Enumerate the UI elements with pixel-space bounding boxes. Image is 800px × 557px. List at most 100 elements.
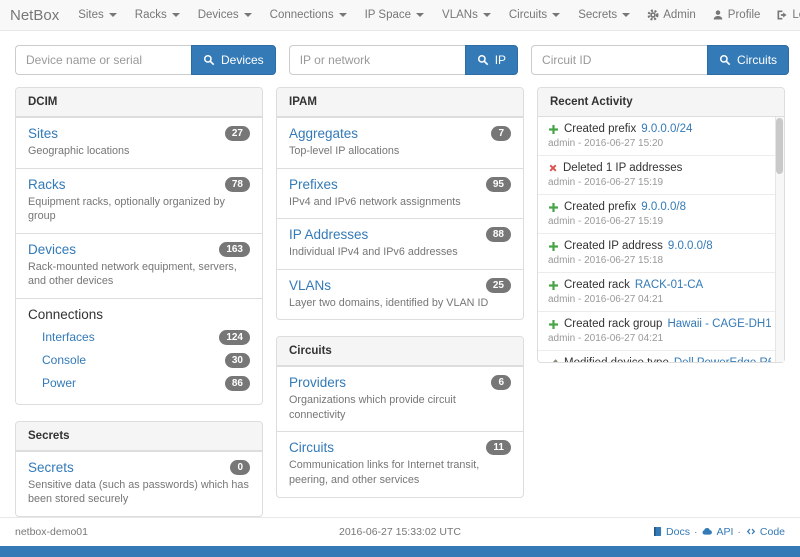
footer-links: Docs · API · Code bbox=[652, 526, 785, 538]
link-power[interactable]: Power bbox=[42, 376, 76, 390]
ipam-panel: IPAMAggregates7Top-level IP allocationsP… bbox=[276, 87, 524, 320]
device-search-button[interactable]: Devices bbox=[191, 45, 276, 75]
dashboard-column-middle: IPAMAggregates7Top-level IP allocationsP… bbox=[276, 87, 524, 498]
count-badge: 30 bbox=[225, 353, 250, 368]
activity-list: Created prefix 9.0.0.0/24 admin - 2016-06-… bbox=[538, 117, 775, 362]
count-badge: 88 bbox=[486, 227, 511, 242]
circuits-panel-title: Circuits bbox=[277, 337, 523, 366]
item-description: Individual IPv4 and IPv6 addresses bbox=[289, 245, 511, 260]
nav-menu-secrets[interactable]: Secrets bbox=[569, 0, 639, 31]
nav-menu-sites[interactable]: Sites bbox=[69, 0, 126, 31]
activity-object-link[interactable]: 9.0.0.0/8 bbox=[641, 201, 686, 213]
activity-text: Created prefix bbox=[564, 201, 636, 213]
link-sites[interactable]: Sites bbox=[28, 126, 58, 141]
activity-object-link[interactable]: 9.0.0.0/8 bbox=[668, 240, 713, 252]
gear-icon bbox=[647, 9, 659, 21]
recent-activity-panel: Recent Activity Created prefix 9.0.0.0/24… bbox=[537, 87, 785, 363]
item-description: Top-level IP allocations bbox=[289, 144, 511, 159]
nav-menu-label: Sites bbox=[78, 9, 104, 21]
netbox-logo[interactable]: NetBox bbox=[10, 7, 59, 24]
recent-activity-title: Recent Activity bbox=[538, 88, 784, 117]
nav-menu-label: Racks bbox=[135, 9, 167, 21]
secrets-panel: SecretsSecrets0Sensitive data (such as p… bbox=[15, 421, 263, 517]
circuit-search-input[interactable] bbox=[531, 45, 707, 75]
ip-search-input[interactable] bbox=[289, 45, 465, 75]
count-badge: 27 bbox=[225, 126, 250, 141]
link-devices[interactable]: Devices bbox=[28, 242, 76, 257]
list-item: Racks78Equipment racks, optionally organ… bbox=[16, 168, 262, 233]
ipam-panel-title: IPAM bbox=[277, 88, 523, 117]
nav-menu-circuits[interactable]: Circuits bbox=[500, 0, 569, 31]
nav-log-out-link[interactable]: Log out bbox=[768, 0, 800, 31]
chevron-down-icon bbox=[109, 13, 117, 17]
footer-api-link[interactable]: API bbox=[701, 526, 733, 538]
footer: netbox-demo01 2016-06-27 15:33:02 UTC Do… bbox=[0, 517, 800, 546]
activity-meta: admin - 2016-06-27 15:19 bbox=[548, 216, 771, 227]
scrollbar-thumb[interactable] bbox=[776, 118, 783, 174]
circuits-panel: CircuitsProviders6Organizations which pr… bbox=[276, 336, 524, 497]
search-row: Devices IP Circuits bbox=[0, 31, 800, 85]
circuit-search-button[interactable]: Circuits bbox=[707, 45, 789, 75]
activity-object-link[interactable]: 9.0.0.0/24 bbox=[641, 123, 692, 135]
dcim-panel-title: DCIM bbox=[16, 88, 262, 117]
count-badge: 86 bbox=[225, 376, 250, 391]
search-icon bbox=[203, 54, 215, 66]
link-aggregates[interactable]: Aggregates bbox=[289, 126, 358, 141]
nav-menu-label: Connections bbox=[270, 9, 334, 21]
nav-menu-vlans[interactable]: VLANs bbox=[433, 0, 500, 31]
plus-icon bbox=[548, 319, 559, 330]
nav-menu-label: Devices bbox=[198, 9, 239, 21]
activity-object-link[interactable]: Hawaii - CAGE-DH1-01 bbox=[667, 318, 771, 330]
search-button-label: Devices bbox=[221, 53, 264, 67]
footer-separator: · bbox=[737, 526, 741, 538]
link-vlans[interactable]: VLANs bbox=[289, 278, 331, 293]
footer-docs-link[interactable]: Docs bbox=[652, 526, 690, 538]
search-button-label: Circuits bbox=[737, 53, 777, 67]
plus-icon bbox=[548, 124, 559, 135]
ip-search-form: IP bbox=[289, 45, 518, 75]
item-description: IPv4 and IPv6 network assignments bbox=[289, 195, 511, 210]
link-ip-addresses[interactable]: IP Addresses bbox=[289, 227, 368, 242]
nav-menu-connections[interactable]: Connections bbox=[261, 0, 356, 31]
count-badge: 95 bbox=[486, 177, 511, 192]
link-providers[interactable]: Providers bbox=[289, 375, 346, 390]
chevron-down-icon bbox=[622, 13, 630, 17]
nav-menu-ip-space[interactable]: IP Space bbox=[356, 0, 433, 31]
activity-object-link[interactable]: Dell PowerEdge R630 bbox=[674, 357, 771, 362]
dashboard-column-right: Recent Activity Created prefix 9.0.0.0/24… bbox=[537, 87, 785, 363]
link-circuits[interactable]: Circuits bbox=[289, 440, 334, 455]
book-icon bbox=[652, 526, 663, 537]
device-search-form: Devices bbox=[15, 45, 276, 75]
scrollbar-track bbox=[775, 117, 784, 362]
activity-text: Created IP address bbox=[564, 240, 663, 252]
activity-text: Deleted 1 IP addresses bbox=[563, 162, 682, 174]
count-badge: 124 bbox=[219, 330, 250, 345]
nav-admin-link[interactable]: Admin bbox=[639, 0, 704, 31]
ip-search-button[interactable]: IP bbox=[465, 45, 518, 75]
device-search-input[interactable] bbox=[15, 45, 191, 75]
link-prefixes[interactable]: Prefixes bbox=[289, 177, 338, 192]
activity-text: Created prefix bbox=[564, 123, 636, 135]
link-console[interactable]: Console bbox=[42, 353, 86, 367]
activity-item: Created rackRACK-01-CAadmin - 2016-06-27… bbox=[538, 273, 775, 312]
delete-icon bbox=[548, 163, 558, 173]
nav-link-label: Profile bbox=[728, 9, 761, 21]
activity-object-link[interactable]: RACK-01-CA bbox=[635, 279, 703, 291]
link-racks[interactable]: Racks bbox=[28, 177, 66, 192]
nav-menu-devices[interactable]: Devices bbox=[189, 0, 261, 31]
list-item: Circuits11Communication links for Intern… bbox=[277, 431, 523, 496]
nav-profile-link[interactable]: Profile bbox=[704, 0, 769, 31]
bottom-accent-bar bbox=[0, 546, 800, 557]
nav-link-label: Log out bbox=[792, 9, 800, 21]
search-icon bbox=[477, 54, 489, 66]
chevron-down-icon bbox=[172, 13, 180, 17]
activity-item: Created prefix9.0.0.0/24admin - 2016-06-… bbox=[538, 117, 775, 156]
plus-icon bbox=[548, 280, 559, 291]
nav-menu-racks[interactable]: Racks bbox=[126, 0, 189, 31]
activity-item: Deleted 1 IP addressesadmin - 2016-06-27… bbox=[538, 156, 775, 195]
footer-code-link[interactable]: Code bbox=[745, 526, 785, 538]
dashboard: DCIMSites27Geographic locationsRacks78Eq… bbox=[0, 85, 800, 517]
nav-menu-label: VLANs bbox=[442, 9, 478, 21]
link-interfaces[interactable]: Interfaces bbox=[42, 330, 95, 344]
link-secrets[interactable]: Secrets bbox=[28, 460, 74, 475]
